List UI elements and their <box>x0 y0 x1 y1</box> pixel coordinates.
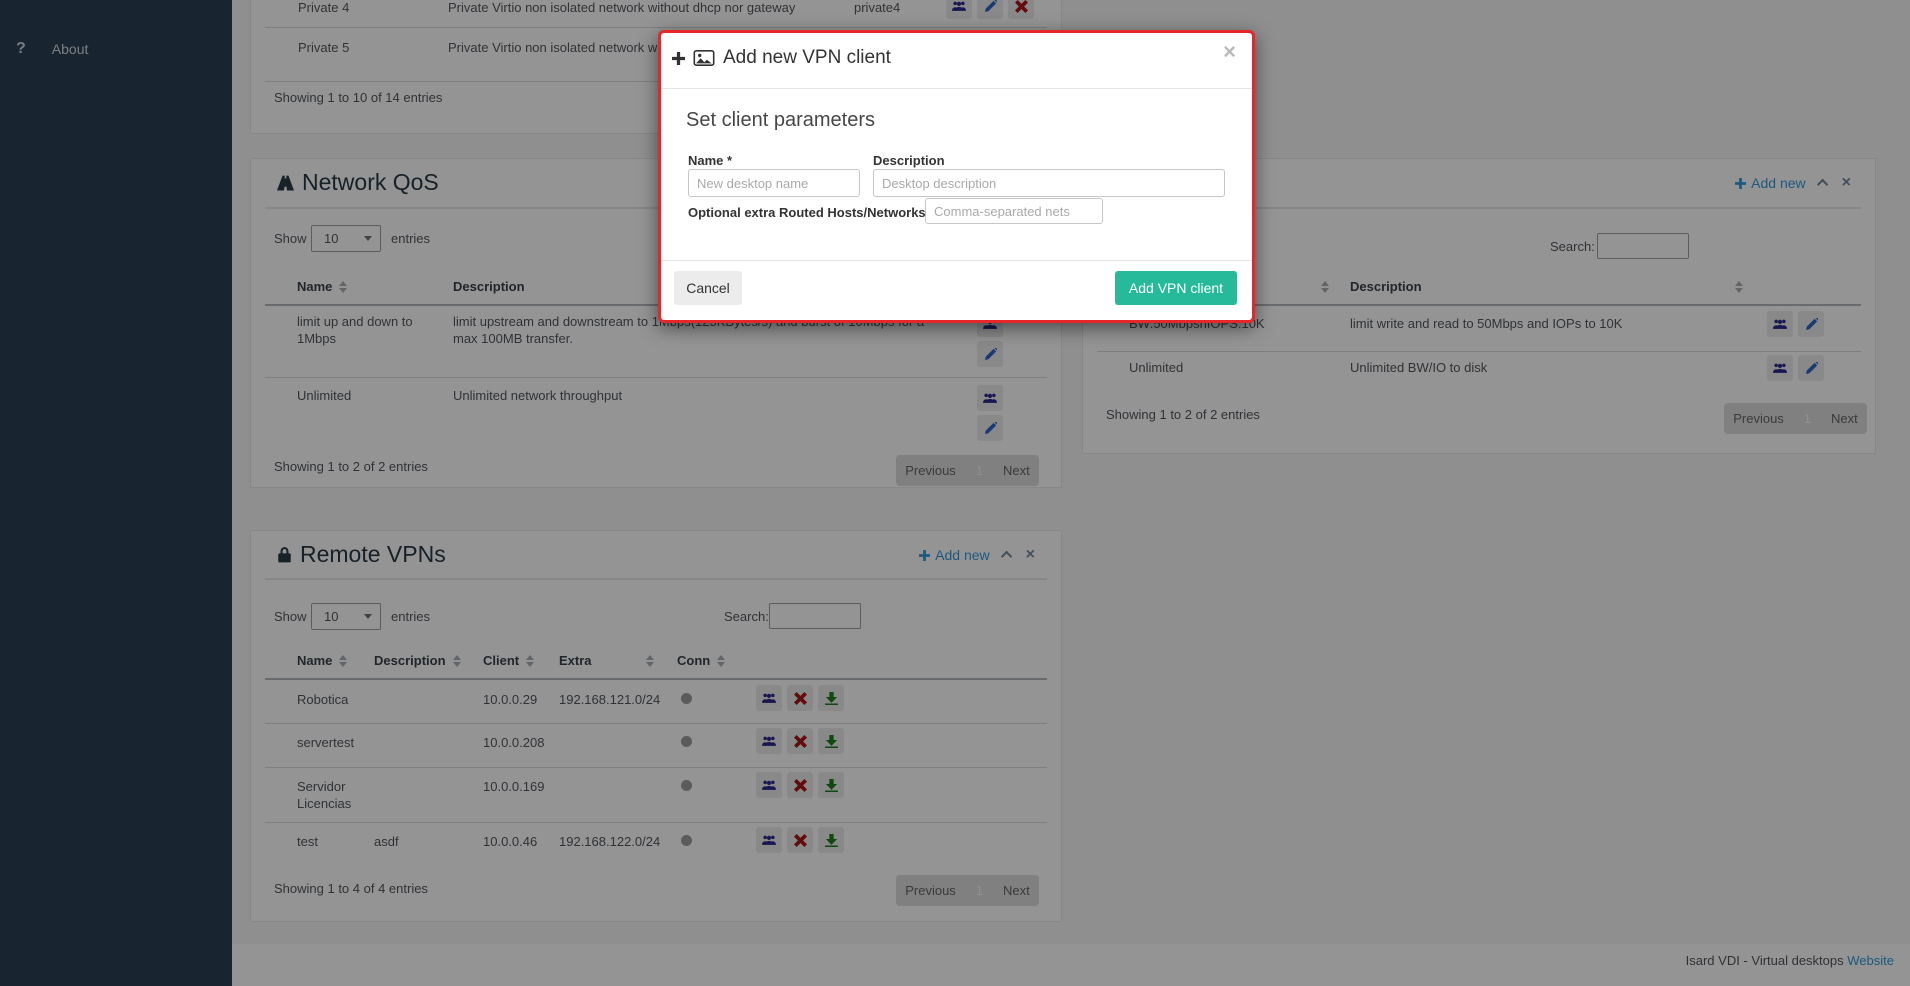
cancel-button[interactable]: Cancel <box>674 271 742 305</box>
description-field[interactable] <box>873 169 1225 197</box>
image-icon <box>693 50 715 66</box>
modal-title: Add new VPN client <box>672 47 891 69</box>
name-field[interactable] <box>688 169 860 197</box>
modal-footer-divider <box>661 260 1252 261</box>
modal-title-label: Add new VPN client <box>723 47 891 69</box>
add-vpn-client-button[interactable]: Add VPN client <box>1115 271 1237 305</box>
modal-subtitle: Set client parameters <box>686 109 875 132</box>
modal-header: Add new VPN client × <box>661 33 1252 89</box>
plus-icon <box>672 52 685 65</box>
add-vpn-client-modal: Add new VPN client × Set client paramete… <box>658 30 1255 323</box>
name-label: Name * <box>688 153 732 168</box>
routed-networks-label: Optional extra Routed Hosts/Networks <box>688 205 926 220</box>
description-label: Description <box>873 153 945 168</box>
app-screen: ? About Private 4 Private Virtio non iso… <box>0 0 1910 986</box>
close-icon[interactable]: × <box>1223 41 1236 63</box>
routed-networks-field[interactable] <box>925 198 1103 224</box>
